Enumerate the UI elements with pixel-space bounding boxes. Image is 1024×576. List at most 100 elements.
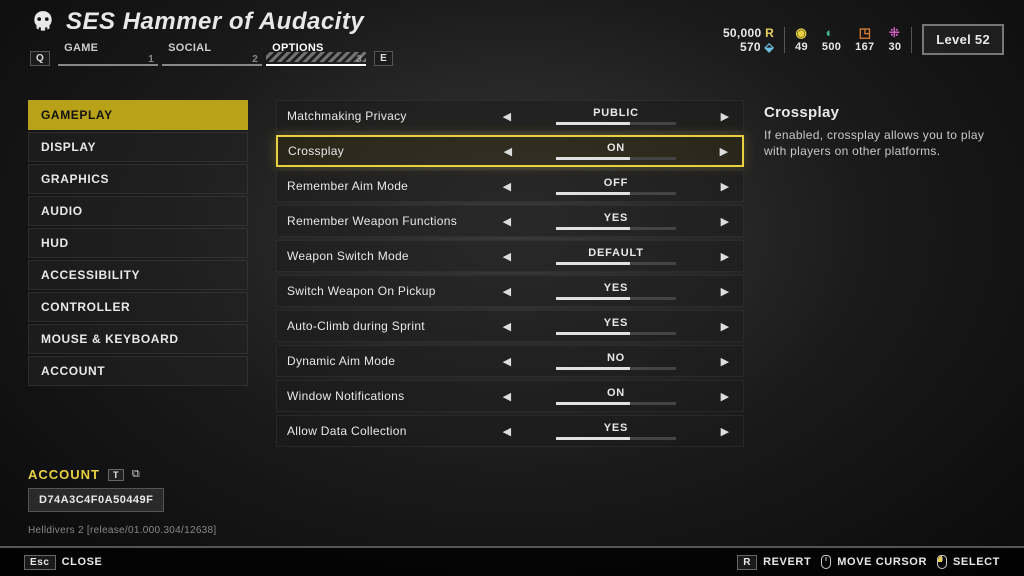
level-badge: Level 52 bbox=[922, 24, 1004, 55]
arrow-left-icon[interactable]: ◀ bbox=[499, 320, 515, 333]
arrow-left-icon[interactable]: ◀ bbox=[499, 425, 515, 438]
close-button[interactable]: Esc CLOSE bbox=[24, 555, 103, 570]
setting-label: Matchmaking Privacy bbox=[287, 109, 499, 123]
value-bar bbox=[556, 192, 676, 195]
settings-panel: Matchmaking Privacy◀PUBLIC▶Crossplay◀ON▶… bbox=[276, 100, 744, 447]
value-bar bbox=[556, 297, 676, 300]
setting-label: Weapon Switch Mode bbox=[287, 249, 499, 263]
copy-icon[interactable]: ⧉ bbox=[132, 468, 140, 481]
setting-value: DEFAULT bbox=[588, 247, 644, 259]
setting-label: Allow Data Collection bbox=[287, 424, 499, 438]
setting-label: Auto-Climb during Sprint bbox=[287, 319, 499, 333]
arrow-right-icon[interactable]: ▶ bbox=[717, 180, 733, 193]
account-id[interactable]: D74A3C4F0A50449F bbox=[28, 488, 164, 512]
divider bbox=[784, 27, 785, 53]
skull-icon bbox=[30, 9, 56, 35]
category-gameplay[interactable]: GAMEPLAY bbox=[28, 100, 248, 130]
divider bbox=[911, 27, 912, 53]
resource-common: ◐500 bbox=[822, 27, 841, 53]
setting-value: ON bbox=[607, 387, 625, 399]
setting-value: ON bbox=[607, 142, 625, 154]
setting-label: Crossplay bbox=[288, 144, 500, 158]
arrow-left-icon[interactable]: ◀ bbox=[499, 180, 515, 193]
resource-medals: ◉49 bbox=[795, 27, 808, 53]
arrow-right-icon[interactable]: ▶ bbox=[717, 425, 733, 438]
setting-auto-climb-during-sprint[interactable]: Auto-Climb during Sprint◀YES▶ bbox=[276, 310, 744, 342]
setting-value: PUBLIC bbox=[593, 107, 639, 119]
revert-button[interactable]: R REVERT bbox=[737, 555, 811, 570]
move-cursor-hint: MOVE CURSOR bbox=[821, 555, 927, 569]
r-key-icon: R bbox=[737, 555, 757, 570]
setting-label: Dynamic Aim Mode bbox=[287, 354, 499, 368]
setting-remember-weapon-functions[interactable]: Remember Weapon Functions◀YES▶ bbox=[276, 205, 744, 237]
arrow-left-icon[interactable]: ◀ bbox=[499, 110, 515, 123]
description-text: If enabled, crossplay allows you to play… bbox=[764, 127, 998, 159]
category-mouse-keyboard[interactable]: MOUSE & KEYBOARD bbox=[28, 324, 248, 354]
arrow-right-icon[interactable]: ▶ bbox=[717, 355, 733, 368]
setting-value: YES bbox=[604, 422, 628, 434]
setting-switch-weapon-on-pickup[interactable]: Switch Weapon On Pickup◀YES▶ bbox=[276, 275, 744, 307]
arrow-right-icon[interactable]: ▶ bbox=[717, 250, 733, 263]
setting-value: NO bbox=[607, 352, 625, 364]
arrow-right-icon[interactable]: ▶ bbox=[717, 215, 733, 228]
setting-allow-data-collection[interactable]: Allow Data Collection◀ YES ▶ bbox=[276, 415, 744, 447]
value-bar bbox=[556, 437, 676, 440]
next-tab-key: E bbox=[374, 51, 393, 66]
account-label: ACCOUNT bbox=[28, 467, 100, 482]
value-bar bbox=[556, 157, 676, 160]
value-bar bbox=[556, 402, 676, 405]
category-audio[interactable]: AUDIO bbox=[28, 196, 248, 226]
value-bar bbox=[556, 332, 676, 335]
build-info: Helldivers 2 [release/01.000.304/12638] bbox=[28, 525, 217, 536]
category-display[interactable]: DISPLAY bbox=[28, 132, 248, 162]
arrow-left-icon[interactable]: ◀ bbox=[500, 145, 516, 158]
arrow-right-icon[interactable]: ▶ bbox=[716, 145, 732, 158]
arrow-right-icon[interactable]: ▶ bbox=[717, 110, 733, 123]
setting-window-notifications[interactable]: Window Notifications◀ ON ▶ bbox=[276, 380, 744, 412]
setting-crossplay[interactable]: Crossplay◀ ON ▶ bbox=[276, 135, 744, 167]
value-bar bbox=[556, 122, 676, 125]
setting-matchmaking-privacy[interactable]: Matchmaking Privacy◀ PUBLIC ▶ bbox=[276, 100, 744, 132]
resource-super: ⁜30 bbox=[888, 27, 901, 53]
esc-key-icon: Esc bbox=[24, 555, 56, 570]
setting-dynamic-aim-mode[interactable]: Dynamic Aim Mode◀ NO ▶ bbox=[276, 345, 744, 377]
value-bar bbox=[556, 262, 676, 265]
resource-bar: 50,000 R 570 ⬙ ◉49◐500◳167⁜30 Level 52 bbox=[723, 24, 1004, 55]
top-tab-social[interactable]: SOCIAL2 bbox=[162, 40, 262, 66]
top-tab-options[interactable]: OPTIONS3 bbox=[266, 40, 366, 66]
setting-remember-aim-mode[interactable]: Remember Aim Mode◀OFF▶ bbox=[276, 170, 744, 202]
value-bar bbox=[556, 367, 676, 370]
setting-label: Remember Weapon Functions bbox=[287, 214, 499, 228]
arrow-left-icon[interactable]: ◀ bbox=[499, 215, 515, 228]
select-hint: SELECT bbox=[937, 555, 1000, 569]
arrow-right-icon[interactable]: ▶ bbox=[717, 320, 733, 333]
setting-weapon-switch-mode[interactable]: Weapon Switch Mode◀ DEFAULT ▶ bbox=[276, 240, 744, 272]
ship-title: SES Hammer of Audacity bbox=[66, 8, 364, 36]
arrow-left-icon[interactable]: ◀ bbox=[499, 390, 515, 403]
supercredits-icon: ⬙ bbox=[765, 40, 775, 54]
arrow-left-icon[interactable]: ◀ bbox=[499, 285, 515, 298]
category-list: GAMEPLAYDISPLAYGRAPHICSAUDIOHUDACCESSIBI… bbox=[28, 100, 248, 386]
value-bar bbox=[556, 227, 676, 230]
description-title: Crossplay bbox=[764, 104, 998, 121]
category-accessibility[interactable]: ACCESSIBILITY bbox=[28, 260, 248, 290]
footer-bar: Esc CLOSE R REVERT MOVE CURSOR SELECT bbox=[0, 546, 1024, 576]
category-controller[interactable]: CONTROLLER bbox=[28, 292, 248, 322]
account-key-hint: T bbox=[108, 469, 124, 481]
arrow-left-icon[interactable]: ◀ bbox=[499, 250, 515, 263]
setting-label: Window Notifications bbox=[287, 389, 499, 403]
arrow-left-icon[interactable]: ◀ bbox=[499, 355, 515, 368]
setting-value: OFF bbox=[604, 177, 628, 189]
prev-tab-key: Q bbox=[30, 51, 50, 66]
arrow-right-icon[interactable]: ▶ bbox=[717, 285, 733, 298]
account-block: ACCOUNT T ⧉ D74A3C4F0A50449F bbox=[28, 467, 164, 512]
category-account[interactable]: ACCOUNT bbox=[28, 356, 248, 386]
description-panel: Crossplay If enabled, crossplay allows y… bbox=[764, 104, 998, 159]
top-tab-game[interactable]: GAME1 bbox=[58, 40, 158, 66]
category-graphics[interactable]: GRAPHICS bbox=[28, 164, 248, 194]
requisition-icon: R bbox=[765, 26, 774, 40]
category-hud[interactable]: HUD bbox=[28, 228, 248, 258]
arrow-right-icon[interactable]: ▶ bbox=[717, 390, 733, 403]
mouse-left-icon bbox=[937, 555, 947, 569]
setting-label: Switch Weapon On Pickup bbox=[287, 284, 499, 298]
